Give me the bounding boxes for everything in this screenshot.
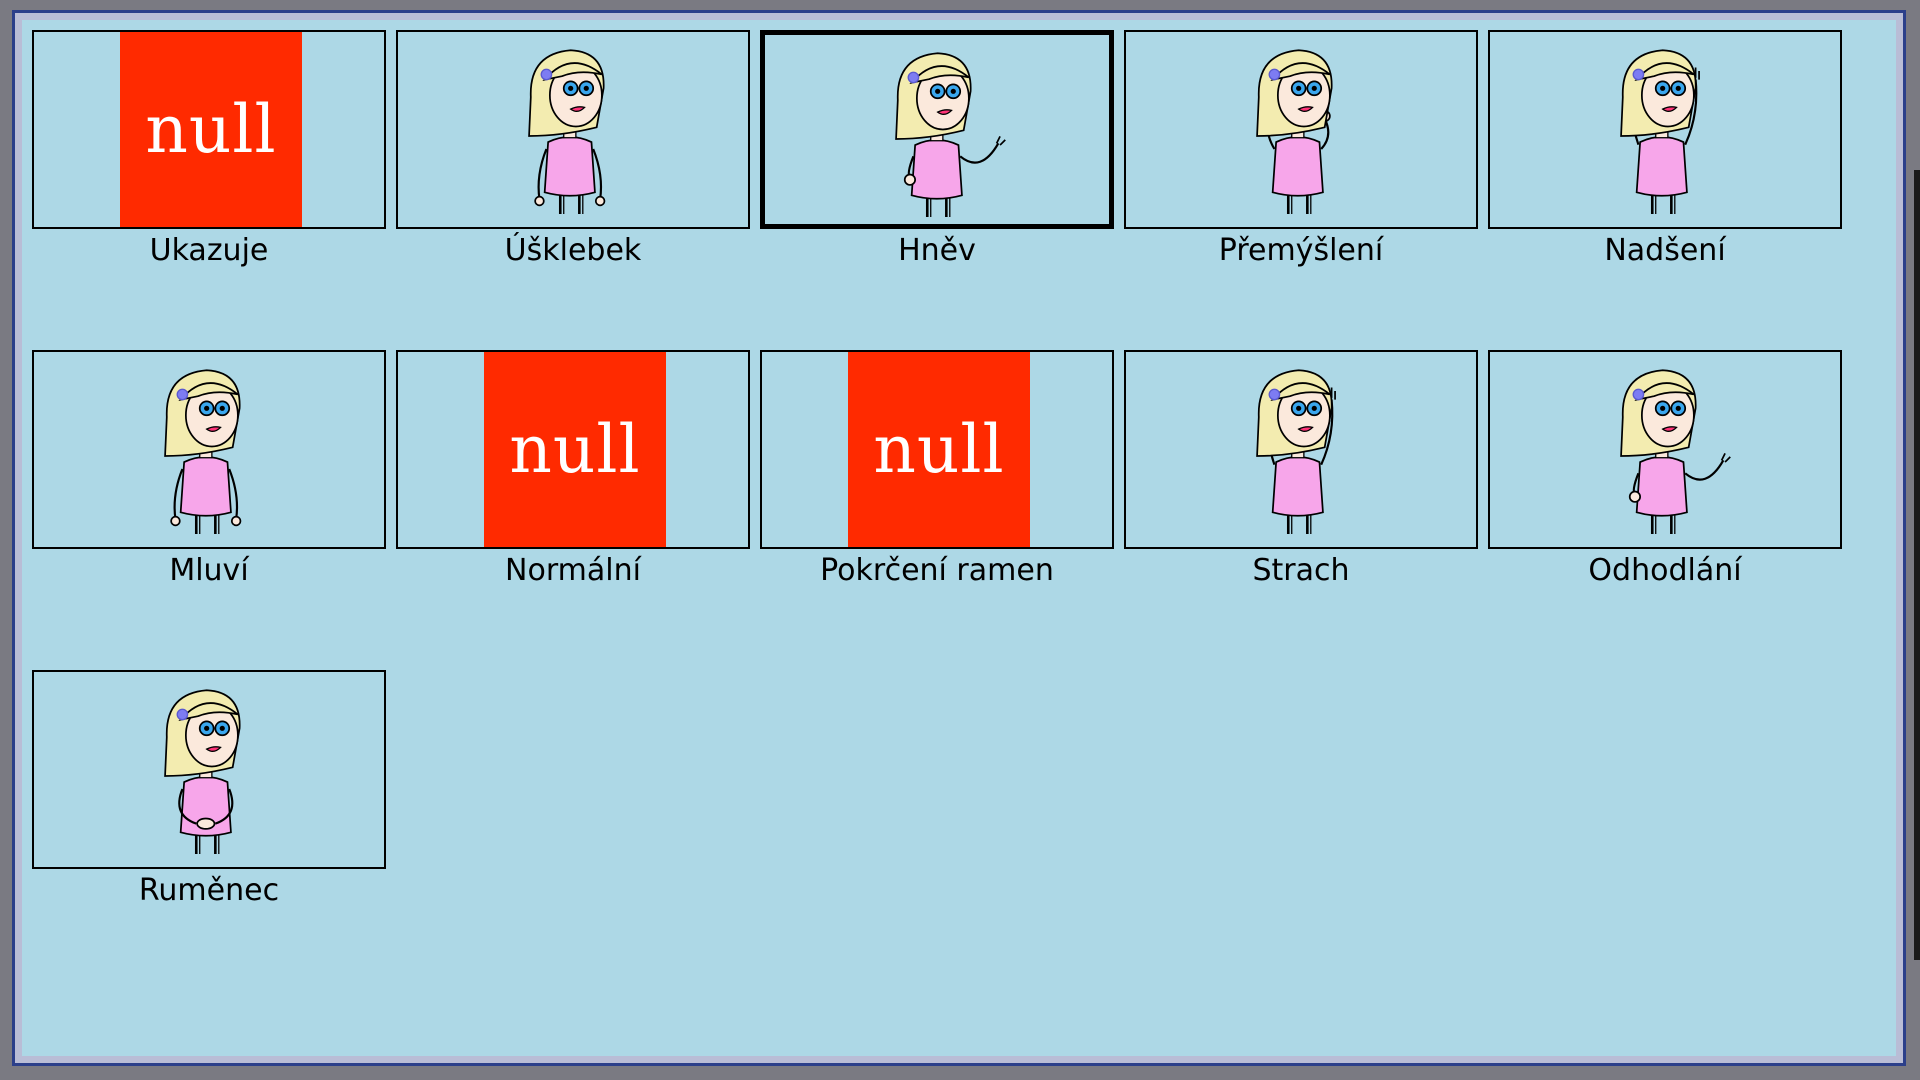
- missing-image-placeholder: null: [848, 352, 1030, 547]
- pose-thumbnail[interactable]: null: [396, 350, 750, 549]
- character-figure: [1256, 49, 1333, 214]
- pose-thumbnail[interactable]: [1124, 30, 1478, 229]
- character-figure: [1620, 49, 1700, 214]
- pose-thumbnail[interactable]: [760, 30, 1114, 229]
- null-text: null: [145, 91, 277, 168]
- pose-thumbnail[interactable]: [1488, 350, 1842, 549]
- pose-thumbnail[interactable]: [1124, 350, 1478, 549]
- window-edge: [1914, 170, 1920, 960]
- pose-thumbnail[interactable]: [1488, 30, 1842, 229]
- pose-thumbnail[interactable]: null: [760, 350, 1114, 549]
- pose-tile[interactable]: Mluví: [32, 350, 396, 593]
- pose-tile[interactable]: Hněv: [760, 30, 1124, 273]
- missing-image-placeholder: null: [484, 352, 666, 547]
- character-figure: [1620, 369, 1731, 534]
- character-figure: [895, 52, 1006, 217]
- null-text: null: [873, 411, 1005, 488]
- pose-tile[interactable]: Odhodlání: [1488, 350, 1852, 593]
- pose-tile[interactable]: null Normální: [396, 350, 760, 593]
- character-figure: [164, 689, 241, 854]
- pose-label: Úšklebek: [504, 233, 642, 268]
- pose-tile[interactable]: Strach: [1124, 350, 1488, 593]
- pose-selection-panel: null Ukazuje Úšklebek Hněv Přemýšlení Na…: [12, 10, 1906, 1066]
- character-figure: [528, 49, 606, 214]
- character-figure: [164, 369, 242, 534]
- pose-label: Normální: [505, 553, 641, 588]
- missing-image-placeholder: null: [120, 32, 302, 227]
- pose-label: Strach: [1252, 553, 1350, 588]
- pose-tile[interactable]: Ruměnec: [32, 670, 396, 913]
- pose-tile[interactable]: null Ukazuje: [32, 30, 396, 273]
- pose-label: Nadšení: [1604, 233, 1726, 268]
- pose-thumbnail[interactable]: [32, 350, 386, 549]
- pose-label: Ukazuje: [149, 233, 269, 268]
- pose-tile[interactable]: Nadšení: [1488, 30, 1852, 273]
- pose-label: Hněv: [898, 233, 976, 268]
- pose-label: Odhodlání: [1588, 553, 1742, 588]
- pose-tile[interactable]: null Pokrčení ramen: [760, 350, 1124, 593]
- pose-thumbnail[interactable]: [32, 670, 386, 869]
- pose-tile[interactable]: Úšklebek: [396, 30, 760, 273]
- pose-label: Pokrčení ramen: [820, 553, 1054, 588]
- pose-tile[interactable]: Přemýšlení: [1124, 30, 1488, 273]
- pose-thumbnail[interactable]: null: [32, 30, 386, 229]
- pose-label: Ruměnec: [138, 873, 280, 908]
- pose-label: Mluví: [169, 553, 249, 588]
- pose-label: Přemýšlení: [1218, 233, 1384, 268]
- pose-thumbnail[interactable]: [396, 30, 750, 229]
- character-figure: [1256, 369, 1336, 534]
- null-text: null: [509, 411, 641, 488]
